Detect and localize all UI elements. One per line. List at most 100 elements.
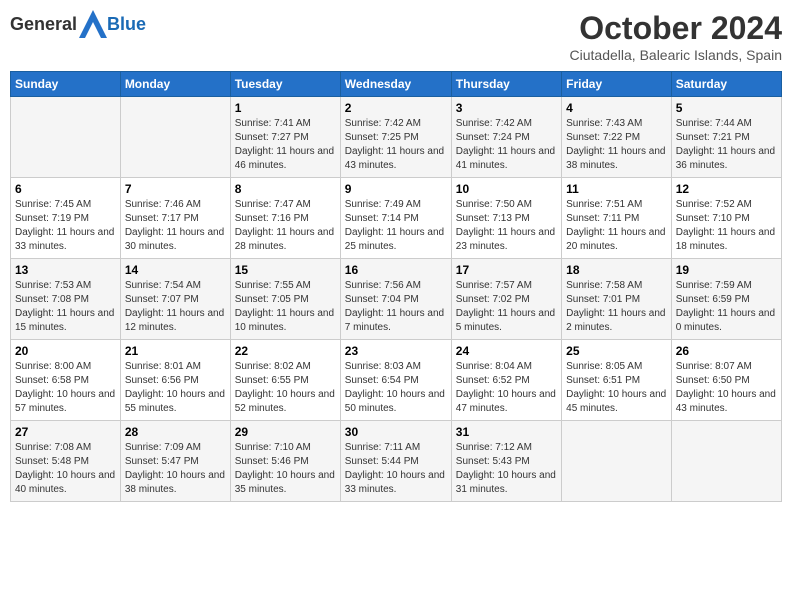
day-number: 27: [15, 425, 116, 439]
day-number: 8: [235, 182, 336, 196]
calendar-cell: 8 Sunrise: 7:47 AM Sunset: 7:16 PM Daylig…: [230, 178, 340, 259]
day-info: Sunrise: 8:04 AM Sunset: 6:52 PM Dayligh…: [456, 360, 557, 416]
calendar-cell: 16 Sunrise: 7:56 AM Sunset: 7:04 PM Dayli…: [340, 259, 451, 340]
day-info: Sunrise: 7:59 AM Sunset: 6:59 PM Dayligh…: [676, 279, 777, 335]
day-info: Sunrise: 7:51 AM Sunset: 7:11 PM Dayligh…: [566, 198, 667, 254]
day-number: 10: [456, 182, 557, 196]
day-number: 18: [566, 263, 667, 277]
calendar-cell: 9Sunrise: 7:49 AM Sunset: 7:14 PM Daylig…: [340, 178, 451, 259]
title-block: October 2024 Ciutadella, Balearic Island…: [570, 10, 782, 63]
day-info: Sunrise: 7:54 AM Sunset: 7:07 PM Dayligh…: [125, 279, 226, 335]
day-number: 16: [345, 263, 447, 277]
calendar-table: SundayMondayTuesdayWednesdayThursdayFrid…: [10, 71, 782, 502]
calendar-header-row: SundayMondayTuesdayWednesdayThursdayFrid…: [11, 72, 782, 97]
day-number: 21: [125, 344, 226, 358]
calendar-cell: 11 Sunrise: 7:51 AM Sunset: 7:11 PM Dayli…: [562, 178, 672, 259]
day-info: Sunrise: 7:41 AM Sunset: 7:27 PM Dayligh…: [235, 117, 336, 173]
day-info: Sunrise: 7:49 AM Sunset: 7:14 PM Dayligh…: [345, 198, 447, 254]
day-number: 11: [566, 182, 667, 196]
calendar-cell: 24 Sunrise: 8:04 AM Sunset: 6:52 PM Dayli…: [451, 340, 561, 421]
logo-text-blue: Blue: [107, 14, 146, 35]
calendar-body: 1 Sunrise: 7:41 AM Sunset: 7:27 PM Daylig…: [11, 97, 782, 502]
day-info: Sunrise: 7:56 AM Sunset: 7:04 PM Dayligh…: [345, 279, 447, 335]
calendar-cell: 6Sunrise: 7:45 AM Sunset: 7:19 PM Daylig…: [11, 178, 121, 259]
location-title: Ciutadella, Balearic Islands, Spain: [570, 47, 782, 63]
day-info: Sunrise: 7:57 AM Sunset: 7:02 PM Dayligh…: [456, 279, 557, 335]
calendar-cell: 10 Sunrise: 7:50 AM Sunset: 7:13 PM Dayli…: [451, 178, 561, 259]
calendar-cell: 5 Sunrise: 7:44 AM Sunset: 7:21 PM Daylig…: [671, 97, 781, 178]
column-header-wednesday: Wednesday: [340, 72, 451, 97]
day-number: 22: [235, 344, 336, 358]
calendar-cell: 17 Sunrise: 7:57 AM Sunset: 7:02 PM Dayli…: [451, 259, 561, 340]
column-header-monday: Monday: [120, 72, 230, 97]
day-number: 24: [456, 344, 557, 358]
day-number: 12: [676, 182, 777, 196]
column-header-thursday: Thursday: [451, 72, 561, 97]
day-number: 17: [456, 263, 557, 277]
column-header-friday: Friday: [562, 72, 672, 97]
calendar-cell: [11, 97, 121, 178]
day-number: 1: [235, 101, 336, 115]
month-title: October 2024: [570, 10, 782, 47]
day-info: Sunrise: 8:03 AM Sunset: 6:54 PM Dayligh…: [345, 360, 447, 416]
day-info: Sunrise: 7:46 AM Sunset: 7:17 PM Dayligh…: [125, 198, 226, 254]
day-info: Sunrise: 7:09 AM Sunset: 5:47 PM Dayligh…: [125, 441, 226, 497]
day-info: Sunrise: 7:42 AM Sunset: 7:25 PM Dayligh…: [345, 117, 447, 173]
logo-icon: [79, 10, 107, 38]
calendar-cell: 21 Sunrise: 8:01 AM Sunset: 6:56 PM Dayli…: [120, 340, 230, 421]
day-number: 14: [125, 263, 226, 277]
day-number: 2: [345, 101, 447, 115]
day-number: 20: [15, 344, 116, 358]
day-info: Sunrise: 7:11 AM Sunset: 5:44 PM Dayligh…: [345, 441, 447, 497]
day-info: Sunrise: 7:44 AM Sunset: 7:21 PM Dayligh…: [676, 117, 777, 173]
calendar-cell: 19 Sunrise: 7:59 AM Sunset: 6:59 PM Dayli…: [671, 259, 781, 340]
day-number: 29: [235, 425, 336, 439]
day-info: Sunrise: 7:50 AM Sunset: 7:13 PM Dayligh…: [456, 198, 557, 254]
day-info: Sunrise: 7:45 AM Sunset: 7:19 PM Dayligh…: [15, 198, 116, 254]
day-info: Sunrise: 7:55 AM Sunset: 7:05 PM Dayligh…: [235, 279, 336, 335]
day-number: 7: [125, 182, 226, 196]
day-info: Sunrise: 7:58 AM Sunset: 7:01 PM Dayligh…: [566, 279, 667, 335]
calendar-cell: 25Sunrise: 8:05 AM Sunset: 6:51 PM Dayli…: [562, 340, 672, 421]
day-number: 25: [566, 344, 667, 358]
calendar-cell: 2 Sunrise: 7:42 AM Sunset: 7:25 PM Daylig…: [340, 97, 451, 178]
page-header: General Blue October 2024 Ciutadella, Ba…: [10, 10, 782, 63]
day-info: Sunrise: 8:07 AM Sunset: 6:50 PM Dayligh…: [676, 360, 777, 416]
calendar-cell: 13Sunrise: 7:53 AM Sunset: 7:08 PM Dayli…: [11, 259, 121, 340]
calendar-cell: 4Sunrise: 7:43 AM Sunset: 7:22 PM Daylig…: [562, 97, 672, 178]
calendar-cell: 12Sunrise: 7:52 AM Sunset: 7:10 PM Dayli…: [671, 178, 781, 259]
calendar-cell: 27 Sunrise: 7:08 AM Sunset: 5:48 PM Dayli…: [11, 421, 121, 502]
calendar-cell: 1 Sunrise: 7:41 AM Sunset: 7:27 PM Daylig…: [230, 97, 340, 178]
day-info: Sunrise: 8:02 AM Sunset: 6:55 PM Dayligh…: [235, 360, 336, 416]
day-number: 19: [676, 263, 777, 277]
calendar-cell: [562, 421, 672, 502]
day-number: 30: [345, 425, 447, 439]
column-header-tuesday: Tuesday: [230, 72, 340, 97]
calendar-cell: 30 Sunrise: 7:11 AM Sunset: 5:44 PM Dayli…: [340, 421, 451, 502]
calendar-cell: 22 Sunrise: 8:02 AM Sunset: 6:55 PM Dayli…: [230, 340, 340, 421]
calendar-cell: 15 Sunrise: 7:55 AM Sunset: 7:05 PM Dayli…: [230, 259, 340, 340]
logo: General Blue: [10, 10, 146, 38]
calendar-week-5: 27 Sunrise: 7:08 AM Sunset: 5:48 PM Dayli…: [11, 421, 782, 502]
day-info: Sunrise: 7:42 AM Sunset: 7:24 PM Dayligh…: [456, 117, 557, 173]
calendar-cell: [671, 421, 781, 502]
day-info: Sunrise: 8:01 AM Sunset: 6:56 PM Dayligh…: [125, 360, 226, 416]
day-info: Sunrise: 8:00 AM Sunset: 6:58 PM Dayligh…: [15, 360, 116, 416]
logo-text-general: General: [10, 14, 77, 35]
day-number: 15: [235, 263, 336, 277]
day-number: 13: [15, 263, 116, 277]
day-number: 3: [456, 101, 557, 115]
day-info: Sunrise: 7:47 AM Sunset: 7:16 PM Dayligh…: [235, 198, 336, 254]
calendar-cell: 31 Sunrise: 7:12 AM Sunset: 5:43 PM Dayli…: [451, 421, 561, 502]
calendar-week-1: 1 Sunrise: 7:41 AM Sunset: 7:27 PM Daylig…: [11, 97, 782, 178]
day-info: Sunrise: 7:08 AM Sunset: 5:48 PM Dayligh…: [15, 441, 116, 497]
calendar-cell: 18 Sunrise: 7:58 AM Sunset: 7:01 PM Dayli…: [562, 259, 672, 340]
day-number: 28: [125, 425, 226, 439]
day-info: Sunrise: 7:12 AM Sunset: 5:43 PM Dayligh…: [456, 441, 557, 497]
calendar-cell: 29Sunrise: 7:10 AM Sunset: 5:46 PM Dayli…: [230, 421, 340, 502]
calendar-week-3: 13Sunrise: 7:53 AM Sunset: 7:08 PM Dayli…: [11, 259, 782, 340]
calendar-cell: 7 Sunrise: 7:46 AM Sunset: 7:17 PM Daylig…: [120, 178, 230, 259]
day-number: 5: [676, 101, 777, 115]
day-number: 31: [456, 425, 557, 439]
day-number: 4: [566, 101, 667, 115]
